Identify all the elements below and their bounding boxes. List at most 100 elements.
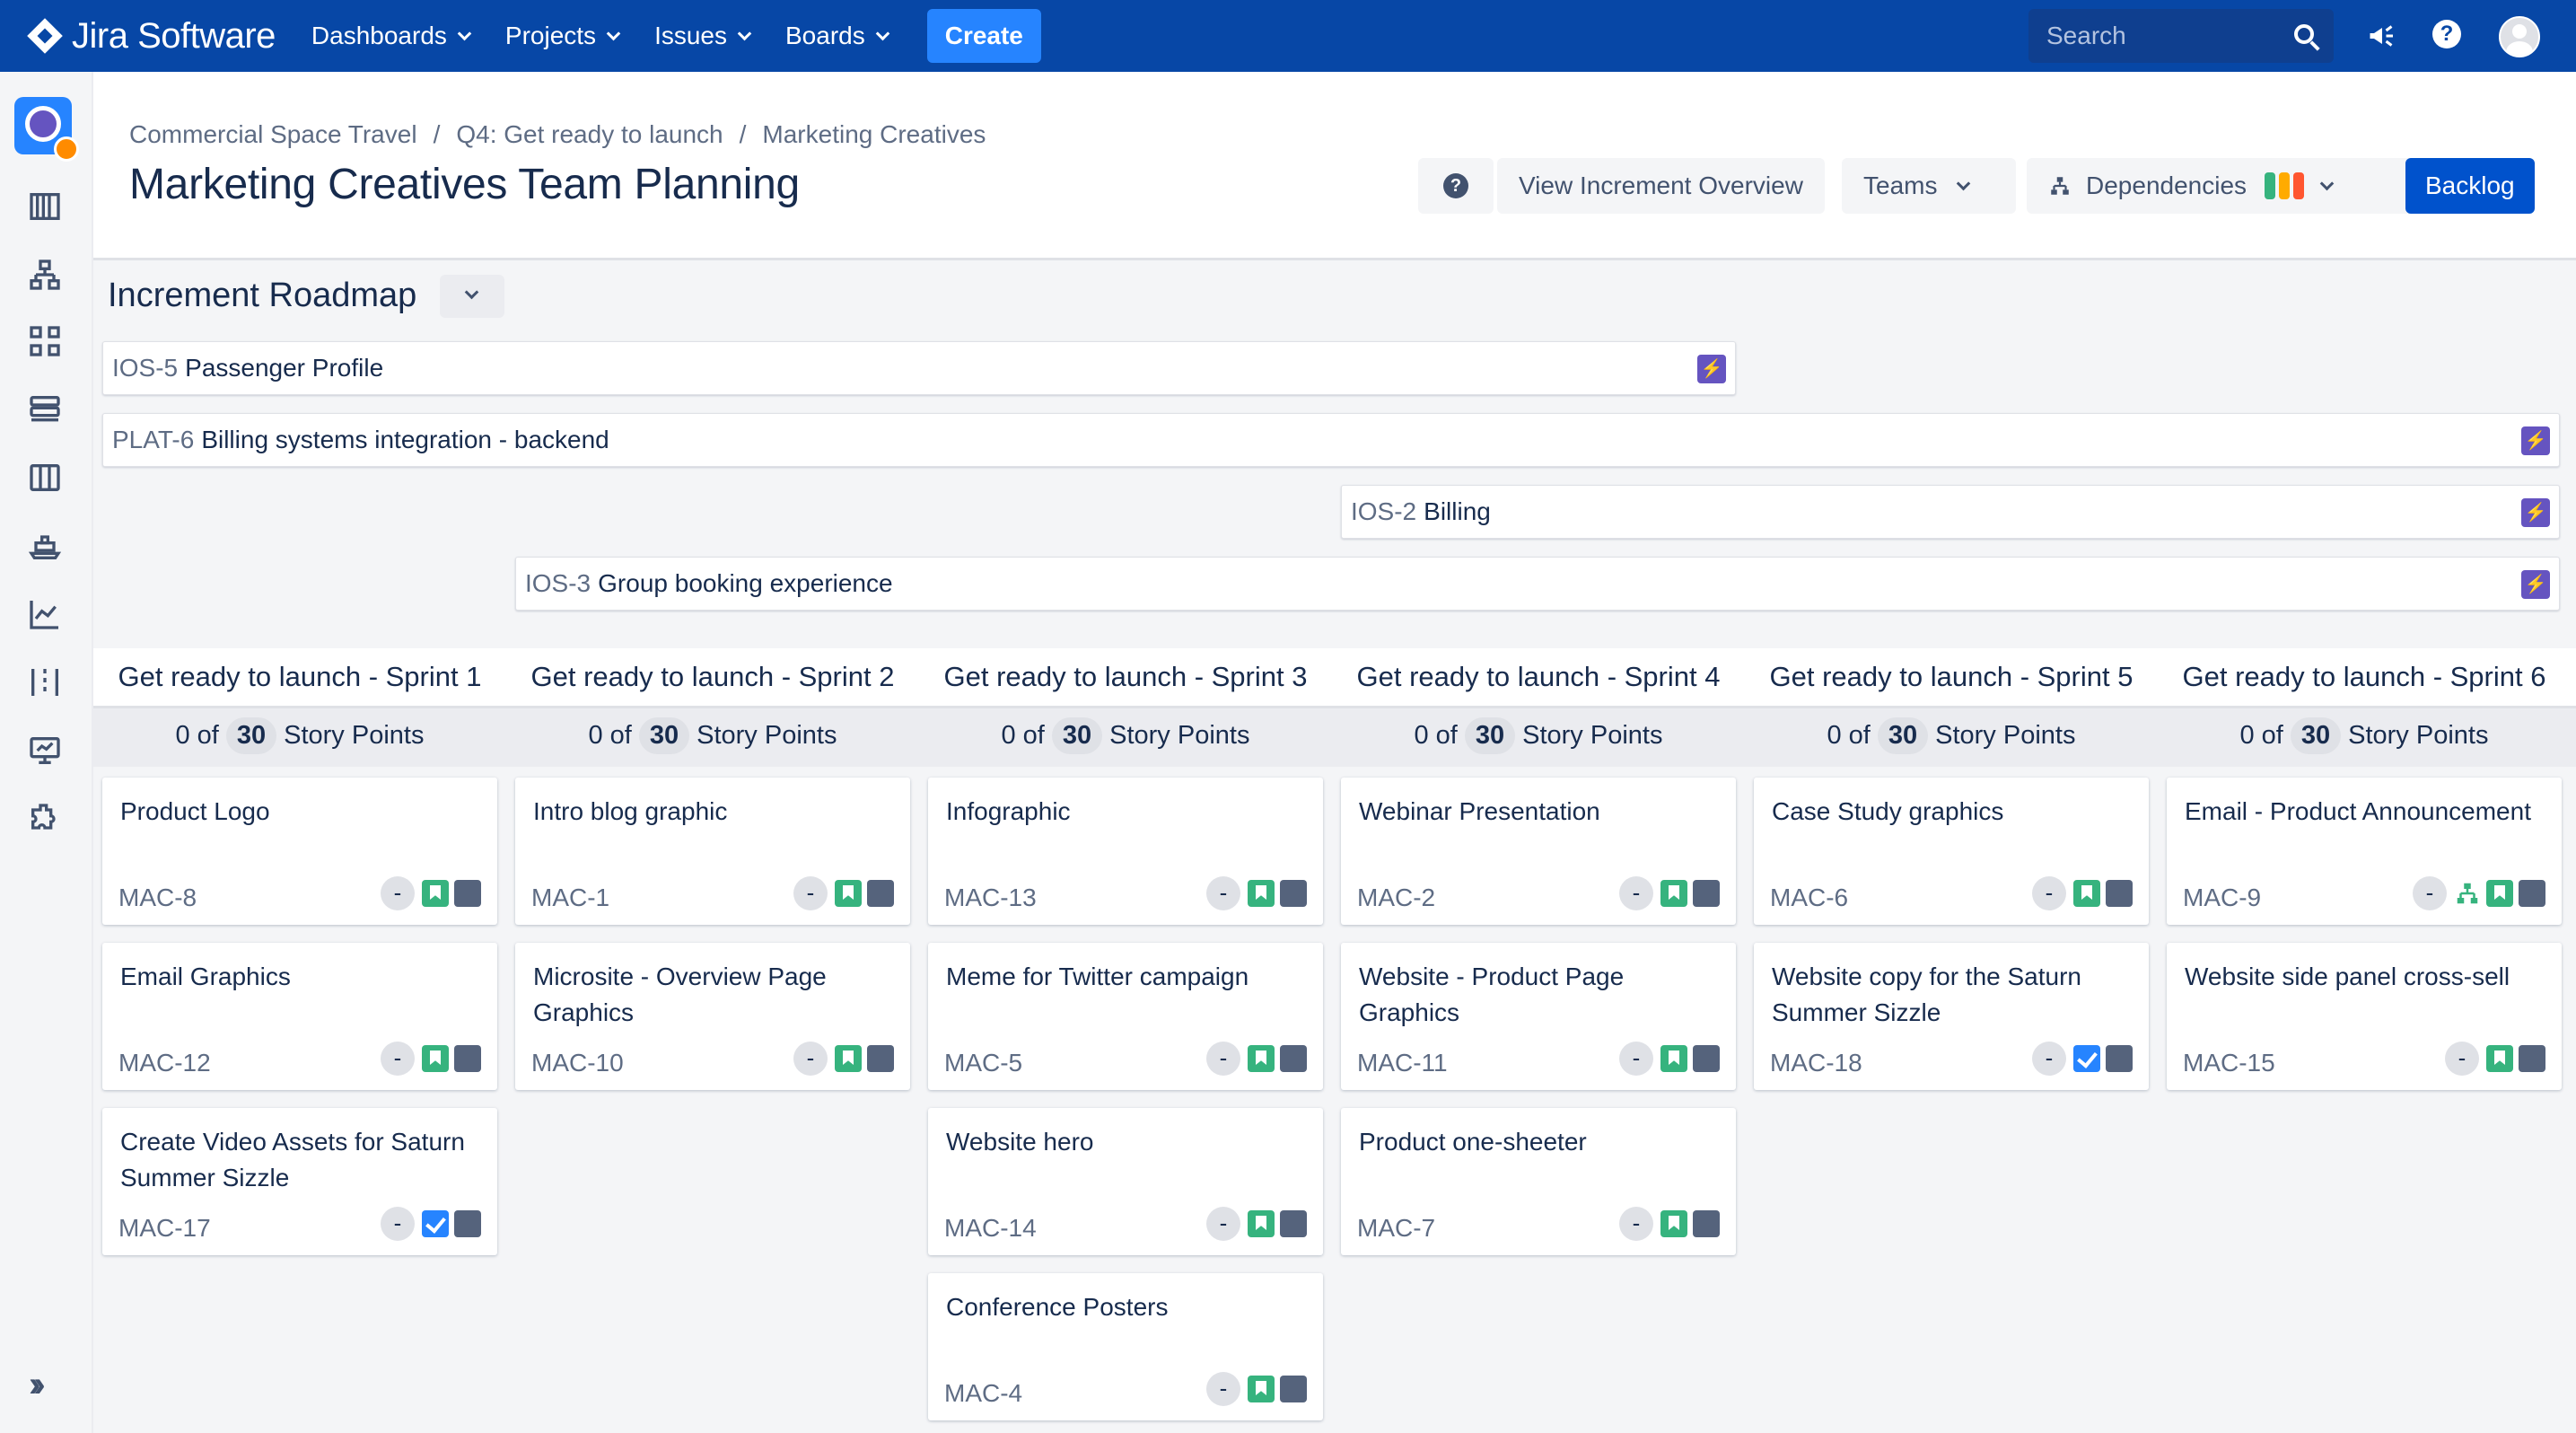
project-avatar[interactable] [14,97,79,162]
issue-card[interactable]: Intro blog graphic MAC-1 - [515,778,910,925]
issue-key[interactable]: MAC-11 [1357,1049,1448,1077]
issue-card[interactable]: Email Graphics MAC-12 - [102,943,497,1090]
help-button[interactable]: ? [1418,158,1494,214]
issue-summary: Email - Product Announcement [2185,797,2531,825]
sprint-title: Get ready to launch - Sprint 5 [1769,661,2134,692]
estimate-badge[interactable]: - [381,876,415,910]
estimate-badge[interactable]: - [793,876,828,910]
issue-key[interactable]: MAC-10 [531,1049,624,1077]
project-face-icon [25,106,61,142]
issue-key[interactable]: MAC-1 [531,884,609,912]
project-badge-icon [54,136,79,162]
estimate-badge[interactable]: - [793,1042,828,1076]
issue-card[interactable]: Meme for Twitter campaign MAC-5 - [928,943,1323,1090]
megaphone-icon[interactable] [2366,20,2398,52]
estimate-badge[interactable]: - [381,1207,415,1241]
estimate-badge[interactable]: - [2032,876,2066,910]
issue-summary: Microsite - Overview Page Graphics [533,963,827,1026]
issue-card[interactable]: Email - Product Announcement MAC-9 - [2167,778,2562,925]
estimate-badge[interactable]: - [381,1042,415,1076]
apps-icon[interactable] [27,323,63,359]
issue-card[interactable]: Website side panel cross-sell MAC-15 - [2167,943,2562,1090]
nav-projects[interactable]: Projects [505,22,621,50]
estimate-badge[interactable]: - [1619,1207,1653,1241]
sidebar: ›› [0,72,93,1433]
issue-key[interactable]: MAC-8 [118,884,197,912]
backlog-icon[interactable] [27,391,63,427]
sprint-title: Get ready to launch - Sprint 1 [118,661,482,692]
issue-card[interactable]: Infographic MAC-13 - [928,778,1323,925]
issue-key[interactable]: MAC-7 [1357,1214,1435,1243]
breadcrumb-separator: / [739,120,747,148]
breadcrumb-item[interactable]: Marketing Creatives [762,120,986,149]
team-icon [1693,1210,1720,1237]
roadmap-icon[interactable] [27,189,63,224]
issue-key[interactable]: MAC-12 [118,1049,211,1077]
program-board-icon[interactable] [27,664,63,700]
issue-key[interactable]: MAC-5 [944,1049,1022,1077]
backlog-button[interactable]: Backlog [2405,158,2535,214]
board-icon[interactable] [27,460,63,496]
estimate-badge[interactable]: - [1206,876,1240,910]
reports-icon[interactable] [27,596,63,632]
issue-card[interactable]: Create Video Assets for Saturn Summer Si… [102,1108,497,1255]
issue-summary: Intro blog graphic [533,797,728,825]
issue-key[interactable]: MAC-15 [2183,1049,2275,1077]
issue-key[interactable]: MAC-6 [1770,884,1848,912]
estimate-badge[interactable]: - [1619,876,1653,910]
create-button[interactable]: Create [926,9,1041,63]
estimate-badge[interactable]: - [2032,1042,2066,1076]
estimate-badge[interactable]: - [1619,1042,1653,1076]
issue-key[interactable]: MAC-2 [1357,884,1435,912]
issue-summary: Create Video Assets for Saturn Summer Si… [120,1128,465,1191]
ship-icon[interactable] [27,528,63,564]
view-increment-overview-button[interactable]: View Increment Overview [1497,158,1825,214]
team-icon [2519,880,2545,907]
estimate-badge[interactable]: - [1206,1207,1240,1241]
issue-card[interactable]: Product Logo MAC-8 - [102,778,497,925]
issue-card[interactable]: Website - Product Page Graphics MAC-11 - [1341,943,1736,1090]
issue-key[interactable]: MAC-4 [944,1379,1022,1408]
epic-bar[interactable]: IOS-3 Group booking experience [515,557,2560,611]
add-ons-icon[interactable] [27,801,63,837]
breadcrumb: Commercial Space Travel / Q4: Get ready … [129,120,986,149]
estimate-badge[interactable]: - [2413,876,2447,910]
monitor-icon[interactable] [27,733,63,769]
issue-key[interactable]: MAC-9 [2183,884,2261,912]
teams-dropdown[interactable]: Teams [1842,158,2016,214]
estimate-badge[interactable]: - [1206,1372,1240,1406]
issue-card[interactable]: Website hero MAC-14 - [928,1108,1323,1255]
epic-bar[interactable]: IOS-2 Billing [1341,485,2560,539]
avatar[interactable] [2499,16,2540,57]
issue-key[interactable]: MAC-18 [1770,1049,1862,1077]
help-icon[interactable]: ? [2432,20,2461,48]
issue-card[interactable]: Conference Posters MAC-4 - [928,1273,1323,1420]
epic-bar[interactable]: PLAT-6 Billing systems integration - bac… [102,413,2560,467]
expand-sidebar-icon[interactable]: ›› [29,1365,45,1405]
search-input[interactable]: Search [2028,9,2334,63]
issue-card[interactable]: Product one-sheeter MAC-7 - [1341,1108,1736,1255]
jira-logo[interactable]: Jira Software [27,16,276,57]
issue-card[interactable]: Case Study graphics MAC-6 - [1754,778,2149,925]
sprint-points-done: 0 [1414,720,1429,750]
roadmap-collapse-button[interactable] [440,275,504,318]
issue-key[interactable]: MAC-13 [944,884,1037,912]
breadcrumb-item[interactable]: Q4: Get ready to launch [456,120,723,149]
sprint-points-unit: Story Points [1522,720,1663,750]
issue-card[interactable]: Webinar Presentation MAC-2 - [1341,778,1736,925]
estimate-badge[interactable]: - [1206,1042,1240,1076]
issue-card-icons: - [2032,1042,2133,1076]
nav-dashboards[interactable]: Dashboards [311,22,472,50]
issue-card[interactable]: Microsite - Overview Page Graphics MAC-10… [515,943,910,1090]
epic-bar[interactable]: IOS-5 Passenger Profile [102,341,1736,395]
estimate-badge[interactable]: - [2445,1042,2479,1076]
issue-key[interactable]: MAC-17 [118,1214,211,1243]
hierarchy-icon[interactable] [27,257,63,293]
breadcrumb-separator: / [433,120,441,148]
issue-card[interactable]: Website copy for the Saturn Summer Sizzl… [1754,943,2149,1090]
issue-key[interactable]: MAC-14 [944,1214,1037,1243]
team-icon [1280,1045,1307,1072]
nav-boards[interactable]: Boards [785,22,889,50]
nav-issues[interactable]: Issues [654,22,752,50]
breadcrumb-item[interactable]: Commercial Space Travel [129,120,417,149]
